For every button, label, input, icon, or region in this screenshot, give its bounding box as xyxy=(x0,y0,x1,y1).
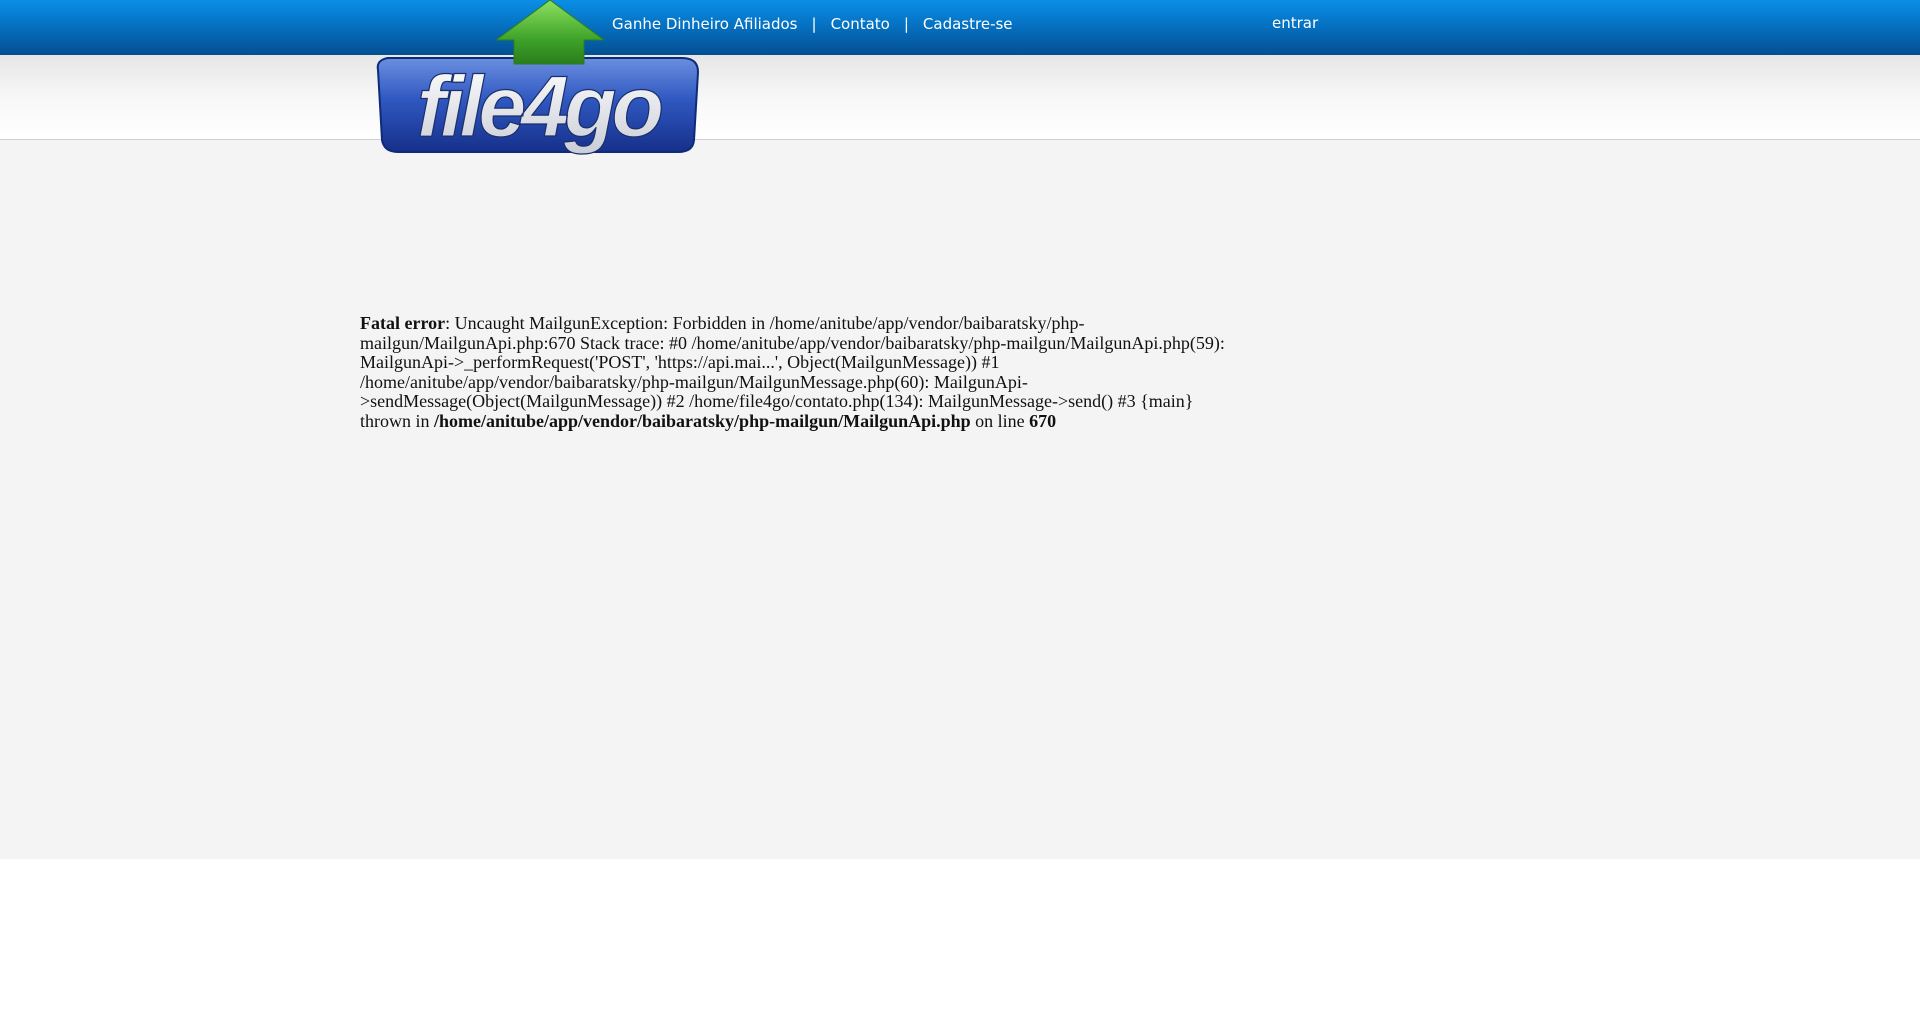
header-gradient-band xyxy=(0,55,1920,140)
error-line-number: 670 xyxy=(1029,410,1057,431)
login-link[interactable]: entrar xyxy=(1272,14,1318,32)
logo-arrow-icon xyxy=(494,0,606,65)
error-label: Fatal error xyxy=(360,313,446,333)
nav-link-contact[interactable]: Contato xyxy=(831,15,890,33)
file4go-logo[interactable]: file4go xyxy=(372,0,702,156)
error-on-line-text: on line xyxy=(970,410,1030,431)
nav-link-register[interactable]: Cadastre-se xyxy=(923,15,1013,33)
nav-separator: | xyxy=(811,15,817,33)
error-file-path: /home/anitube/app/vendor/baibaratsky/php… xyxy=(434,410,971,431)
top-navigation-bar: Ganhe Dinheiro Afiliados | Contato | Cad… xyxy=(0,0,1920,55)
nav-separator: | xyxy=(903,15,909,33)
logo-wordmark: file4go xyxy=(417,59,662,155)
php-fatal-error-message: Fatal error: Uncaught MailgunException: … xyxy=(360,313,1230,431)
main-content-area xyxy=(0,140,1920,859)
